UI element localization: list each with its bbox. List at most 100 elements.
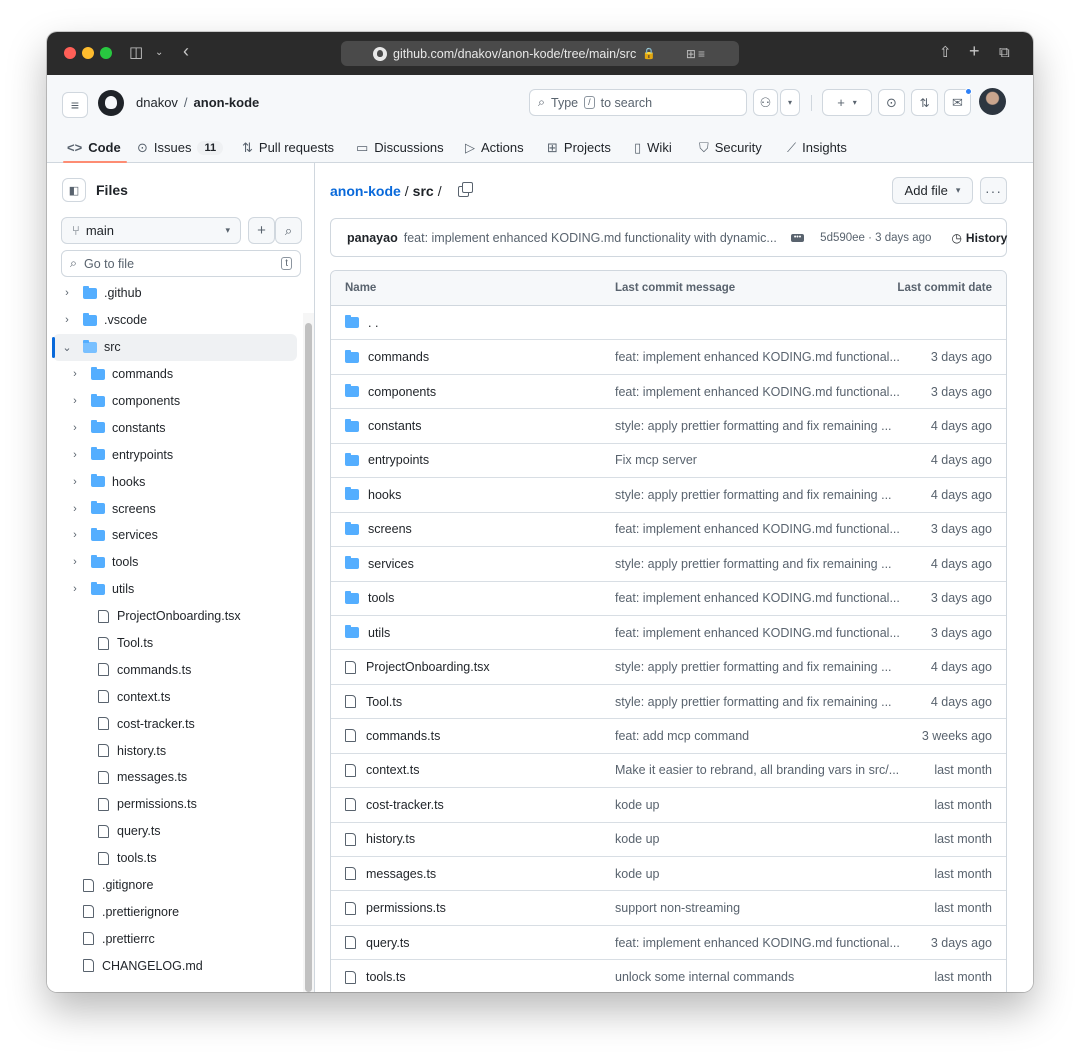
row-name[interactable]: context.ts bbox=[366, 763, 420, 777]
tree-item[interactable]: CHANGELOG.md bbox=[47, 952, 307, 979]
sidebar-toggle-icon[interactable]: ◫ bbox=[129, 43, 143, 63]
tree-item[interactable]: › commands bbox=[47, 361, 307, 388]
go-to-file-input[interactable]: ⌕ Go to file t bbox=[61, 250, 301, 277]
tab-discussions[interactable]: ▭ Discussions bbox=[356, 132, 444, 163]
chevron-right-icon[interactable]: › bbox=[70, 422, 80, 434]
share-icon[interactable]: ⇧ bbox=[939, 43, 952, 63]
chevron-right-icon[interactable]: › bbox=[70, 529, 80, 541]
tree-item[interactable]: ⌄ src bbox=[52, 333, 297, 361]
chevron-right-icon[interactable]: › bbox=[70, 449, 80, 461]
row-commit-message[interactable]: feat: implement enhanced KODING.md funct… bbox=[615, 591, 900, 605]
table-row[interactable]: permissions.ts support non-streaming last … bbox=[331, 891, 1006, 926]
row-name[interactable]: query.ts bbox=[366, 936, 410, 950]
chevron-down-icon[interactable]: ⌄ bbox=[62, 341, 72, 354]
pull-requests-icon[interactable]: ⇅ bbox=[911, 89, 938, 116]
expand-commit-icon[interactable]: ••• bbox=[790, 233, 805, 242]
row-name-cell[interactable]: permissions.ts bbox=[345, 901, 446, 915]
table-row[interactable]: history.ts kode up last month bbox=[331, 823, 1006, 857]
chevron-right-icon[interactable]: › bbox=[70, 476, 80, 488]
tree-item[interactable]: Tool.ts bbox=[47, 630, 307, 657]
table-row[interactable]: screens feat: implement enhanced KODING.m… bbox=[331, 513, 1006, 548]
table-row[interactable]: ProjectOnboarding.tsx style: apply pretti… bbox=[331, 650, 1006, 685]
tab-actions[interactable]: ▷ Actions bbox=[465, 132, 524, 163]
tree-item[interactable]: › screens bbox=[47, 495, 307, 522]
row-name-cell[interactable]: tools bbox=[345, 590, 394, 605]
row-name[interactable]: Tool.ts bbox=[366, 695, 402, 709]
history-button[interactable]: ◷ History bbox=[951, 231, 1007, 245]
tab-issues[interactable]: ⊙ Issues 11 bbox=[137, 132, 224, 163]
row-commit-message[interactable]: Fix mcp server bbox=[615, 453, 697, 467]
chevron-right-icon[interactable]: › bbox=[70, 368, 80, 380]
tree-item[interactable]: .gitignore bbox=[47, 872, 307, 899]
row-name-cell[interactable]: screens bbox=[345, 521, 412, 536]
path-repo-link[interactable]: anon-kode bbox=[330, 183, 401, 199]
row-name[interactable]: utils bbox=[368, 626, 390, 640]
parent-directory-row[interactable]: . . bbox=[331, 306, 1006, 341]
create-new-button[interactable]: + ▾ bbox=[822, 89, 872, 116]
commit-meta[interactable]: 5d590ee · 3 days ago bbox=[820, 232, 931, 244]
row-name[interactable]: permissions.ts bbox=[366, 901, 446, 915]
row-commit-message[interactable]: unlock some internal commands bbox=[615, 970, 794, 984]
minimize-window-button[interactable] bbox=[82, 47, 94, 59]
row-commit-message[interactable]: style: apply prettier formatting and fix… bbox=[615, 488, 892, 502]
tree-item[interactable]: history.ts bbox=[47, 737, 307, 764]
tab-projects[interactable]: ⊞ Projects bbox=[547, 132, 611, 163]
row-commit-message[interactable]: feat: add mcp command bbox=[615, 729, 749, 743]
close-window-button[interactable] bbox=[64, 47, 76, 59]
tree-item[interactable]: messages.ts bbox=[47, 764, 307, 791]
row-commit-message[interactable]: style: apply prettier formatting and fix… bbox=[615, 557, 892, 571]
chevron-right-icon[interactable]: › bbox=[70, 556, 80, 568]
tree-item[interactable]: context.ts bbox=[47, 683, 307, 710]
row-name-cell[interactable]: commands.ts bbox=[345, 729, 440, 743]
row-name[interactable]: services bbox=[368, 557, 414, 571]
table-row[interactable]: constants style: apply prettier formattin… bbox=[331, 409, 1006, 444]
row-name[interactable]: tools bbox=[368, 591, 394, 605]
row-name[interactable]: history.ts bbox=[366, 832, 415, 846]
row-name[interactable]: commands bbox=[368, 350, 429, 364]
row-name-cell[interactable]: entrypoints bbox=[345, 452, 429, 467]
tree-item[interactable]: permissions.ts bbox=[47, 791, 307, 818]
tab-code[interactable]: <> Code bbox=[63, 132, 127, 163]
tree-item[interactable]: ProjectOnboarding.tsx bbox=[47, 603, 307, 630]
row-name[interactable]: messages.ts bbox=[366, 867, 436, 881]
chevron-right-icon[interactable]: › bbox=[70, 503, 80, 515]
table-row[interactable]: entrypoints Fix mcp server 4 days ago bbox=[331, 444, 1006, 479]
menu-icon[interactable]: ≡ bbox=[62, 92, 88, 118]
address-bar[interactable]: github.com/dnakov/anon-kode/tree/main/sr… bbox=[341, 41, 739, 66]
row-name[interactable]: entrypoints bbox=[368, 453, 429, 467]
tab-pull-requests[interactable]: ⇅ Pull requests bbox=[242, 132, 334, 163]
tree-item[interactable]: › entrypoints bbox=[47, 441, 307, 468]
tree-item[interactable]: › tools bbox=[47, 549, 307, 576]
row-name-cell[interactable]: hooks bbox=[345, 487, 401, 502]
issues-icon[interactable]: ⊙ bbox=[878, 89, 905, 116]
tree-item[interactable]: › hooks bbox=[47, 468, 307, 495]
table-row[interactable]: cost-tracker.ts kode up last month bbox=[331, 788, 1006, 823]
row-commit-message[interactable]: kode up bbox=[615, 867, 659, 881]
row-name-cell[interactable]: cost-tracker.ts bbox=[345, 798, 444, 812]
row-name[interactable]: cost-tracker.ts bbox=[366, 798, 444, 812]
copilot-dropdown-icon[interactable]: ▾ bbox=[780, 89, 800, 116]
row-commit-message[interactable]: style: apply prettier formatting and fix… bbox=[615, 660, 892, 674]
add-file-button[interactable]: Add file ▾ bbox=[892, 177, 973, 204]
table-row[interactable]: components feat: implement enhanced KODIN… bbox=[331, 375, 1006, 410]
github-logo-icon[interactable] bbox=[98, 90, 124, 116]
tree-item[interactable]: tools.ts bbox=[47, 845, 307, 872]
row-name-cell[interactable]: tools.ts bbox=[345, 970, 406, 984]
copy-path-icon[interactable] bbox=[457, 181, 473, 197]
tree-item[interactable]: .prettierignore bbox=[47, 898, 307, 925]
row-name[interactable]: hooks bbox=[368, 488, 401, 502]
tree-item[interactable]: › .github bbox=[47, 280, 307, 307]
tab-wiki[interactable]: ▯ Wiki bbox=[634, 132, 672, 163]
row-commit-message[interactable]: style: apply prettier formatting and fix… bbox=[615, 419, 892, 433]
tab-insights[interactable]: ⟋ Insights bbox=[787, 132, 847, 163]
row-commit-message[interactable]: style: apply prettier formatting and fix… bbox=[615, 695, 892, 709]
new-tab-icon[interactable]: + bbox=[969, 41, 980, 61]
table-row[interactable]: messages.ts kode up last month bbox=[331, 857, 1006, 892]
repo-link[interactable]: anon-kode bbox=[194, 95, 260, 110]
tree-item[interactable]: › .vscode bbox=[47, 307, 307, 334]
row-commit-message[interactable]: feat: implement enhanced KODING.md funct… bbox=[615, 350, 900, 364]
row-name-cell[interactable]: context.ts bbox=[345, 763, 420, 777]
row-name-cell[interactable]: query.ts bbox=[345, 936, 410, 950]
row-name[interactable]: commands.ts bbox=[366, 729, 440, 743]
search-icon[interactable]: ⌕ bbox=[275, 217, 302, 244]
